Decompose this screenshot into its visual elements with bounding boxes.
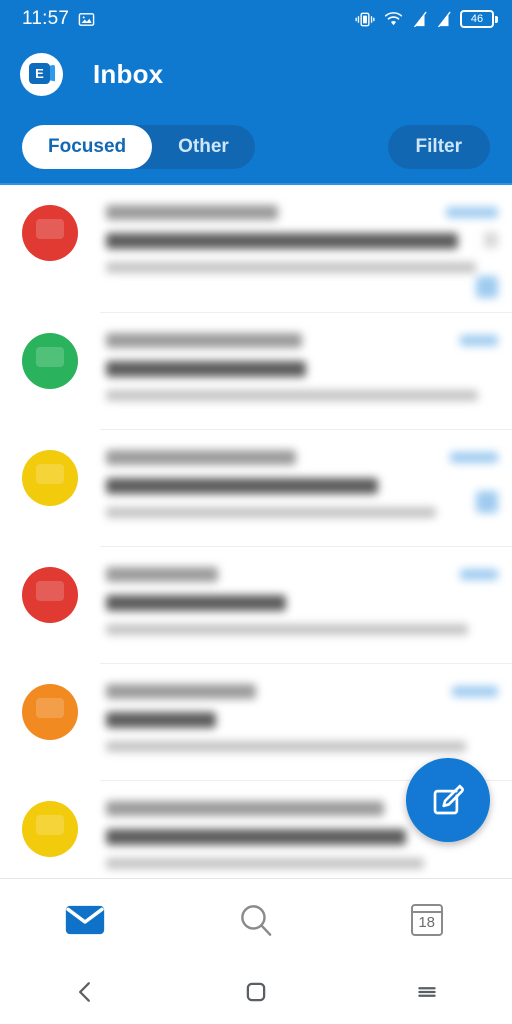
message-meta [432, 563, 498, 649]
calendar-icon: 18 [410, 903, 443, 936]
home-icon [246, 982, 266, 1002]
sender-name [106, 205, 278, 220]
calendar-day: 18 [418, 913, 436, 931]
nav-item-search[interactable] [171, 879, 342, 960]
preview-text [106, 390, 478, 401]
app-root: 11:57 46 E Inbox Focused Other Filter 18 [0, 0, 512, 1024]
app-header: E Inbox Focused Other Filter [0, 38, 512, 185]
message-meta [432, 329, 498, 415]
search-icon [241, 904, 272, 936]
header-tabs-row: Focused Other Filter [0, 110, 512, 183]
system-nav-bar [0, 960, 512, 1024]
message-list[interactable] [0, 185, 512, 878]
message-text-block [106, 446, 436, 532]
nav-item-calendar[interactable]: 18 [341, 879, 512, 960]
status-bar-right: 46 [355, 10, 498, 28]
message-timestamp [460, 569, 498, 580]
message-text-block [106, 329, 478, 415]
sender-name [106, 801, 384, 816]
subject-line [106, 829, 406, 845]
status-bar: 11:57 46 [0, 0, 512, 38]
preview-text [106, 741, 466, 752]
message-timestamp [460, 335, 498, 346]
message-text-block [106, 201, 476, 298]
message-meta [432, 680, 498, 766]
unread-badge [476, 276, 498, 298]
subject-line [106, 478, 378, 494]
back-icon [79, 982, 91, 1002]
exchange-account-icon[interactable]: E [20, 52, 63, 96]
exchange-letter: E [29, 62, 50, 84]
avatar[interactable] [22, 567, 78, 623]
message-text-block [106, 563, 468, 649]
image-notification-icon [78, 12, 95, 26]
compose-button[interactable] [406, 758, 490, 842]
subject-line [106, 233, 458, 249]
tab-focused[interactable]: Focused [22, 124, 153, 169]
avatar[interactable] [22, 205, 78, 261]
preview-text [106, 262, 476, 273]
message-timestamp [450, 452, 498, 463]
sender-name [106, 450, 296, 465]
tab-other[interactable]: Other [152, 125, 255, 169]
battery-level: 46 [470, 12, 484, 25]
focus-toggle-group: Focused Other [22, 124, 255, 169]
message-meta [432, 446, 498, 532]
battery-icon: 46 [460, 10, 498, 28]
avatar[interactable] [22, 333, 78, 389]
sender-name [106, 567, 218, 582]
message-timestamp [452, 686, 498, 697]
signal-off-icon [412, 10, 427, 28]
preview-text [106, 858, 424, 869]
sender-name [106, 684, 256, 699]
message-meta [432, 201, 498, 298]
wifi-icon [384, 11, 403, 25]
status-bar-left: 11:57 [22, 8, 95, 30]
sender-name [106, 333, 302, 348]
subject-line [106, 361, 306, 377]
message-row[interactable] [0, 430, 512, 546]
subject-line [106, 712, 216, 728]
mail-icon [66, 905, 105, 934]
preview-text [106, 624, 468, 635]
unread-badge [476, 491, 498, 513]
vibrate-icon [355, 12, 375, 26]
avatar[interactable] [22, 801, 78, 857]
message-row[interactable] [0, 547, 512, 663]
system-home-button[interactable] [171, 960, 342, 1024]
signal-off-icon-2 [436, 10, 451, 28]
exchange-logo: E [29, 62, 55, 87]
filter-button[interactable]: Filter [387, 124, 490, 169]
status-time: 11:57 [22, 8, 70, 29]
message-timestamp [446, 207, 498, 218]
avatar[interactable] [22, 450, 78, 506]
avatar[interactable] [22, 684, 78, 740]
preview-text [106, 507, 436, 518]
message-row[interactable] [0, 313, 512, 429]
message-text-block [106, 797, 432, 878]
system-recents-button[interactable] [341, 960, 512, 1024]
nav-item-mail[interactable] [0, 879, 171, 960]
attachment-icon [484, 232, 498, 248]
compose-icon [433, 784, 464, 815]
page-title: Inbox [93, 58, 164, 89]
bottom-nav: 18 [0, 878, 512, 960]
recents-icon [417, 987, 436, 997]
header-title-row: E Inbox [0, 38, 512, 110]
message-row[interactable] [0, 185, 512, 312]
system-back-button[interactable] [0, 960, 171, 1024]
subject-line [106, 595, 286, 611]
message-text-block [106, 680, 466, 766]
